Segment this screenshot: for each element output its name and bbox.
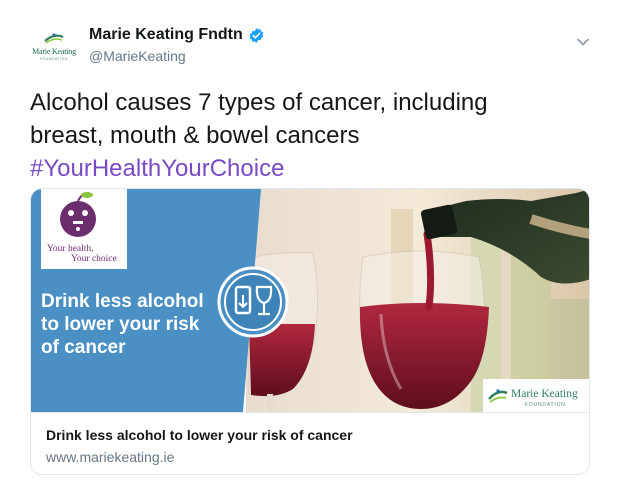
avatar[interactable]: Marie Keating FOUNDATION xyxy=(30,22,78,70)
tweet-text: Alcohol causes 7 types of cancer, includ… xyxy=(30,86,600,185)
link-card[interactable]: Your health, Your choice Drink less alco… xyxy=(30,188,590,475)
logo-text: Marie Keating xyxy=(511,388,578,400)
card-title[interactable]: Drink less alcohol to lower your risk of… xyxy=(46,427,353,443)
tweet-text-line1: Alcohol causes 7 types of cancer, includ… xyxy=(30,89,488,116)
tweet: Marie Keating FOUNDATION Marie Keating F… xyxy=(0,0,621,484)
headline-line1: Drink less alcohol xyxy=(41,291,204,312)
avatar-logo-subtext: FOUNDATION xyxy=(40,56,68,61)
card-footer[interactable]: Drink less alcohol to lower your risk of… xyxy=(31,412,589,474)
card-image[interactable]: Your health, Your choice Drink less alco… xyxy=(31,189,589,412)
name-row: Marie Keating Fndtn xyxy=(89,26,265,44)
headline-line3: of cancer xyxy=(41,337,126,358)
verified-icon xyxy=(249,27,264,43)
avatar-logo-text: Marie Keating xyxy=(32,46,76,56)
chevron-down-icon[interactable] xyxy=(575,34,591,50)
logo-subtext: FOUNDATION xyxy=(525,402,566,408)
tweet-text-line2: breast, mouth & bowel cancers xyxy=(30,122,360,149)
handle[interactable]: @MarieKeating xyxy=(89,48,186,64)
card-domain[interactable]: www.mariekeating.ie xyxy=(46,449,174,465)
foundation-logo-icon xyxy=(44,32,64,44)
badge-line2: Your choice xyxy=(71,254,117,264)
card-image-graphic: Your health, Your choice Drink less alco… xyxy=(31,189,589,412)
glasses-icon xyxy=(217,266,289,338)
badge-line1: Your health, xyxy=(47,244,94,254)
headline-line2: to lower your risk xyxy=(41,314,200,335)
hashtag-link[interactable]: #YourHealthYourChoice xyxy=(30,152,600,185)
display-name[interactable]: Marie Keating Fndtn xyxy=(89,26,243,44)
